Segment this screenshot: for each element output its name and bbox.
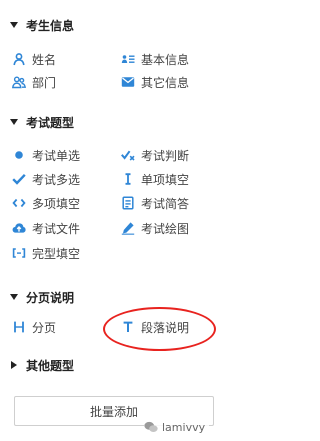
qtype-short-answer[interactable]: 考试简答 <box>121 194 189 212</box>
watermark: lamivvy <box>144 418 210 436</box>
qtype-cloze-label: 完型填空 <box>32 246 81 261</box>
cloud-upload-icon <box>12 221 26 235</box>
qtype-drawing-label: 考试绘图 <box>141 221 190 236</box>
caret-down-icon <box>10 119 18 125</box>
section-paging[interactable]: 分页说明 <box>10 288 74 306</box>
checkmark-icon <box>12 172 26 186</box>
qtype-multiple-choice[interactable]: 考试多选 <box>12 170 80 188</box>
field-basic-info[interactable]: 基本信息 <box>121 50 189 68</box>
qtype-multi-fill[interactable]: 多项填空 <box>12 194 80 212</box>
dot-icon <box>12 148 26 162</box>
qtype-true-false-label: 考试判断 <box>141 148 190 163</box>
section-title: 考生信息 <box>26 18 75 33</box>
section-title: 考试题型 <box>26 115 75 130</box>
qtype-cloze[interactable]: 完型填空 <box>12 244 80 262</box>
envelope-icon <box>121 75 135 89</box>
check-cross-icon <box>121 148 135 162</box>
section-title: 其他题型 <box>26 358 75 373</box>
group-icon <box>12 75 26 89</box>
wechat-icon <box>144 421 158 432</box>
field-basic-info-label: 基本信息 <box>141 52 190 67</box>
paging-page-break[interactable]: 分页 <box>12 318 56 336</box>
field-name[interactable]: 姓名 <box>12 50 56 68</box>
qtype-file-upload-label: 考试文件 <box>32 221 81 236</box>
brackets-icon <box>12 196 26 210</box>
caret-right-icon <box>11 361 17 369</box>
section-question-types[interactable]: 考试题型 <box>10 113 74 131</box>
qtype-multi-fill-label: 多项填空 <box>32 196 81 211</box>
field-department[interactable]: 部门 <box>12 73 56 91</box>
text-cursor-icon <box>121 172 135 186</box>
qtype-true-false[interactable]: 考试判断 <box>121 146 189 164</box>
field-name-label: 姓名 <box>32 52 57 67</box>
qtype-single-fill[interactable]: 单项填空 <box>121 170 189 188</box>
qtype-single-choice[interactable]: 考试单选 <box>12 146 80 164</box>
page-break-icon <box>12 320 26 334</box>
highlight-ellipse <box>103 307 216 351</box>
field-other-info[interactable]: 其它信息 <box>121 73 189 91</box>
caret-down-icon <box>10 22 18 28</box>
qtype-single-fill-label: 单项填空 <box>141 172 190 187</box>
section-title: 分页说明 <box>26 290 75 305</box>
note-icon <box>121 196 135 210</box>
caret-down-icon <box>10 294 18 300</box>
qtype-multiple-choice-label: 考试多选 <box>32 172 81 187</box>
qtype-short-answer-label: 考试简答 <box>141 196 190 211</box>
watermark-text: lamivvy <box>162 420 206 434</box>
pen-icon <box>121 221 135 235</box>
dashed-brackets-icon <box>12 246 26 260</box>
id-card-icon <box>121 52 135 66</box>
person-icon <box>12 52 26 66</box>
qtype-drawing[interactable]: 考试绘图 <box>121 219 189 237</box>
section-other-types[interactable]: 其他题型 <box>10 356 74 374</box>
qtype-single-choice-label: 考试单选 <box>32 148 81 163</box>
field-other-info-label: 其它信息 <box>141 75 190 90</box>
field-department-label: 部门 <box>32 75 57 90</box>
paging-page-break-label: 分页 <box>32 320 57 335</box>
qtype-file-upload[interactable]: 考试文件 <box>12 219 80 237</box>
section-candidate-info[interactable]: 考生信息 <box>10 16 74 34</box>
